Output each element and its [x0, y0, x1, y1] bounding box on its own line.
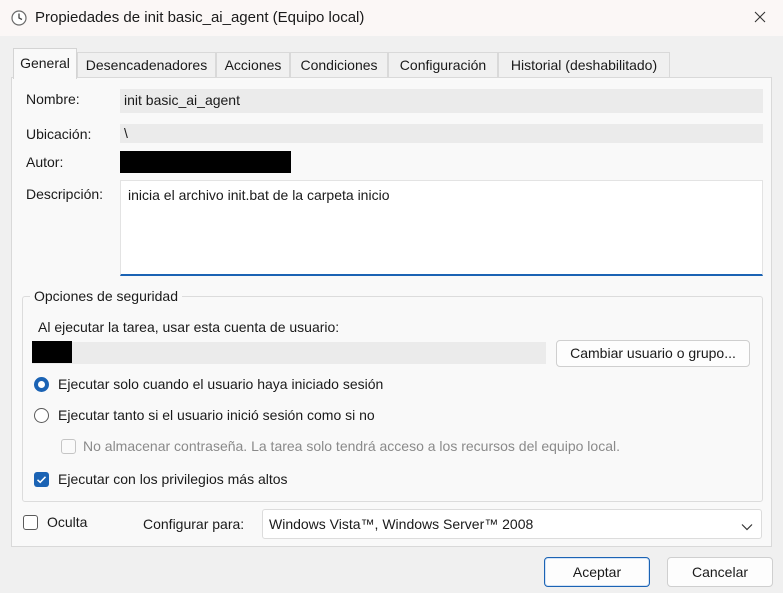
highest-privileges-label[interactable]: Ejecutar con los privilegios más altos: [58, 471, 288, 487]
location-field[interactable]: \: [120, 124, 763, 143]
radio-run-logged-on-label[interactable]: Ejecutar solo cuando el usuario haya ini…: [58, 376, 383, 392]
name-field[interactable]: init basic_ai_agent: [120, 89, 763, 113]
tab-triggers[interactable]: Desencadenadores: [77, 52, 216, 78]
ok-button[interactable]: Aceptar: [544, 557, 650, 587]
description-textarea[interactable]: inicia el archivo init.bat de la carpeta…: [120, 180, 763, 276]
tab-general[interactable]: General: [13, 48, 77, 79]
user-account-redacted: [32, 341, 72, 363]
highest-privileges-checkbox[interactable]: [34, 472, 49, 487]
tab-conditions[interactable]: Condiciones: [290, 52, 388, 78]
author-redacted: [120, 151, 291, 173]
chevron-down-icon: [741, 519, 753, 535]
tab-history[interactable]: Historial (deshabilitado): [498, 52, 670, 78]
clock-icon: [11, 10, 27, 26]
tab-settings[interactable]: Configuración: [388, 52, 498, 78]
name-label: Nombre:: [26, 91, 80, 107]
title-bar: Propiedades de init basic_ai_agent (Equi…: [0, 0, 783, 36]
configure-for-label: Configurar para:: [143, 516, 245, 532]
tab-actions[interactable]: Acciones: [216, 52, 290, 78]
account-prompt: Al ejecutar la tarea, usar esta cuenta d…: [38, 319, 340, 335]
radio-run-whether-or-not[interactable]: [34, 408, 49, 423]
no-store-password-label: No almacenar contraseña. La tarea solo t…: [83, 438, 620, 454]
configure-for-dropdown[interactable]: Windows Vista™, Windows Server™ 2008: [262, 509, 762, 539]
radio-run-logged-on[interactable]: [34, 377, 49, 392]
description-label: Descripción:: [26, 186, 104, 202]
window-title: Propiedades de init basic_ai_agent (Equi…: [35, 9, 365, 26]
user-account-field: [32, 342, 546, 364]
hidden-label[interactable]: Oculta: [47, 514, 87, 530]
radio-run-whether-or-not-label[interactable]: Ejecutar tanto si el usuario inició sesi…: [58, 407, 375, 423]
location-label: Ubicación:: [26, 126, 92, 142]
no-store-password-checkbox[interactable]: [61, 439, 76, 454]
change-user-button[interactable]: Cambiar usuario o grupo...: [556, 340, 750, 367]
security-options-title: Opciones de seguridad: [30, 288, 182, 304]
close-button[interactable]: [737, 0, 783, 36]
configure-for-value: Windows Vista™, Windows Server™ 2008: [269, 516, 534, 532]
cancel-button[interactable]: Cancelar: [667, 557, 773, 587]
author-label: Autor:: [26, 154, 64, 170]
close-icon: [754, 10, 766, 26]
hidden-checkbox[interactable]: [23, 515, 38, 530]
